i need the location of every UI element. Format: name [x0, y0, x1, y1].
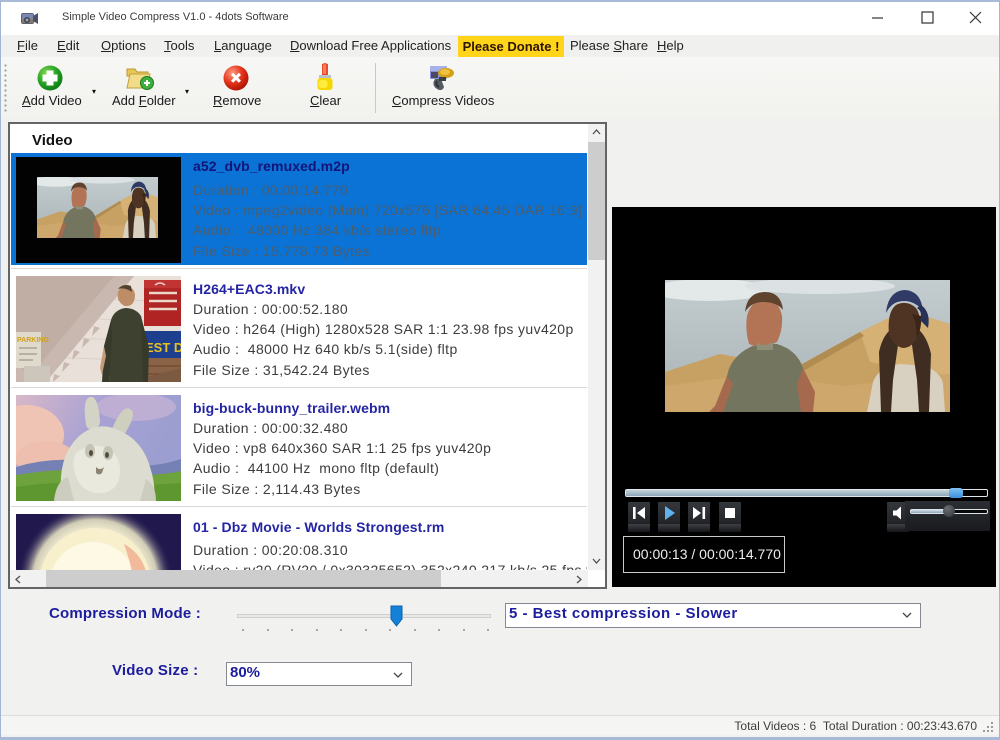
svg-text:PARKING: PARKING	[17, 337, 49, 344]
svg-text:EST D: EST D	[145, 340, 181, 355]
